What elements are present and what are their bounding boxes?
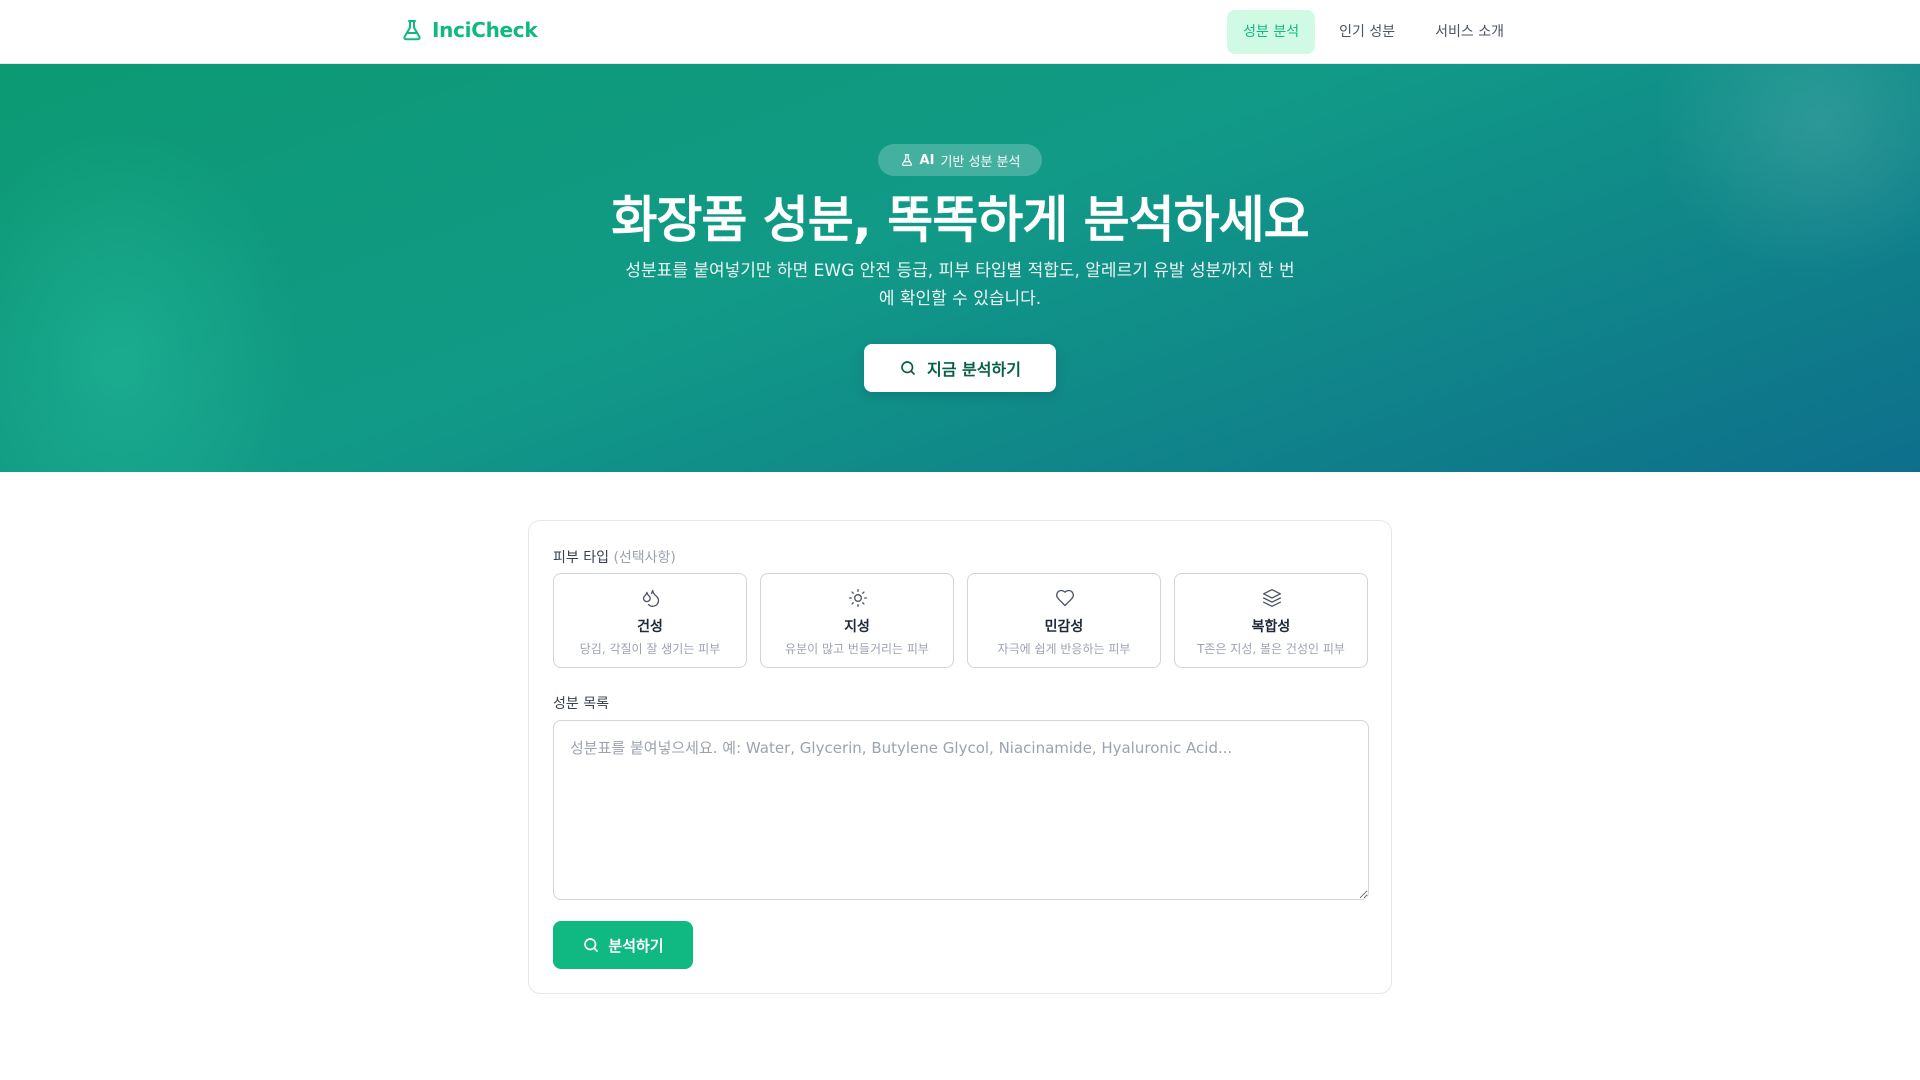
- hero-description: 성분표를 붙여넣기만 하면 EWG 안전 등급, 피부 타입별 적합도, 알레르…: [625, 261, 1295, 309]
- skin-type-dry[interactable]: 건성 당김, 각질이 잘 생기는 피부: [553, 573, 747, 668]
- sun-icon: [849, 589, 867, 607]
- skin-type-options: 건성 당김, 각질이 잘 생기는 피부 지성 유분이 많고 번들거리는 피부 민…: [553, 573, 1369, 668]
- search-icon: [584, 938, 599, 952]
- nav-item-about[interactable]: 서비스 소개: [1419, 10, 1520, 54]
- heart-icon: [1056, 589, 1074, 607]
- analyze-button-label: 분석하기: [608, 936, 664, 955]
- skin-type-oily[interactable]: 지성 유분이 많고 번들거리는 피부: [760, 573, 954, 668]
- main-nav: 성분 분석 인기 성분 서비스 소개: [1227, 10, 1520, 54]
- skin-type-optional: (선택사항): [613, 550, 676, 566]
- skin-type-name: 지성: [844, 619, 870, 635]
- nav-item-popular[interactable]: 인기 성분: [1323, 10, 1411, 54]
- skin-type-desc: 자극에 쉽게 반응하는 피부: [997, 642, 1131, 656]
- badge-strong: AI: [919, 152, 935, 168]
- analyze-now-button[interactable]: 지금 분석하기: [864, 344, 1056, 392]
- skin-type-label-text: 피부 타입: [553, 550, 609, 566]
- ingredients-label: 성분 목록: [553, 696, 609, 712]
- brand-logo-link[interactable]: InciCheck: [400, 18, 538, 42]
- ai-badge: AI 기반 성분 분석: [878, 144, 1042, 176]
- skin-type-name: 민감성: [1044, 619, 1084, 635]
- brand-name: InciCheck: [432, 18, 538, 42]
- layers-icon: [1263, 589, 1281, 607]
- skin-type-label: 피부 타입 (선택사항): [553, 547, 676, 567]
- flask-icon: [403, 20, 421, 41]
- analyze-button[interactable]: 분석하기: [553, 921, 693, 969]
- analysis-form-card: 피부 타입 (선택사항) 건성 당김, 각질이 잘 생기는 피부 지성 유분이 …: [528, 520, 1392, 994]
- skin-type-name: 건성: [637, 619, 663, 635]
- skin-type-sensitive[interactable]: 민감성 자극에 쉽게 반응하는 피부: [967, 573, 1161, 668]
- droplets-icon: [642, 589, 660, 607]
- badge-text: 기반 성분 분석: [940, 154, 1021, 170]
- analyze-now-label: 지금 분석하기: [927, 360, 1021, 379]
- search-icon: [901, 361, 915, 375]
- nav-item-analysis[interactable]: 성분 분석: [1227, 10, 1316, 54]
- skin-type-desc: 당김, 각질이 잘 생기는 피부: [579, 642, 721, 656]
- hero-section: AI 기반 성분 분석 화장품 성분, 똑똑하게 분석하세요 성분표를 붙여넣기…: [0, 64, 1920, 472]
- skin-type-desc: 유분이 많고 번들거리는 피부: [785, 642, 929, 656]
- flask-icon: [901, 154, 912, 166]
- hero-title: 화장품 성분, 똑똑하게 분석하세요: [611, 191, 1309, 249]
- ingredients-textarea[interactable]: [553, 720, 1369, 900]
- skin-type-name: 복합성: [1251, 619, 1291, 635]
- top-navbar: InciCheck 성분 분석 인기 성분 서비스 소개: [0, 0, 1920, 64]
- skin-type-desc: T존은 지성, 볼은 건성인 피부: [1197, 642, 1345, 656]
- skin-type-combination[interactable]: 복합성 T존은 지성, 볼은 건성인 피부: [1174, 573, 1368, 668]
